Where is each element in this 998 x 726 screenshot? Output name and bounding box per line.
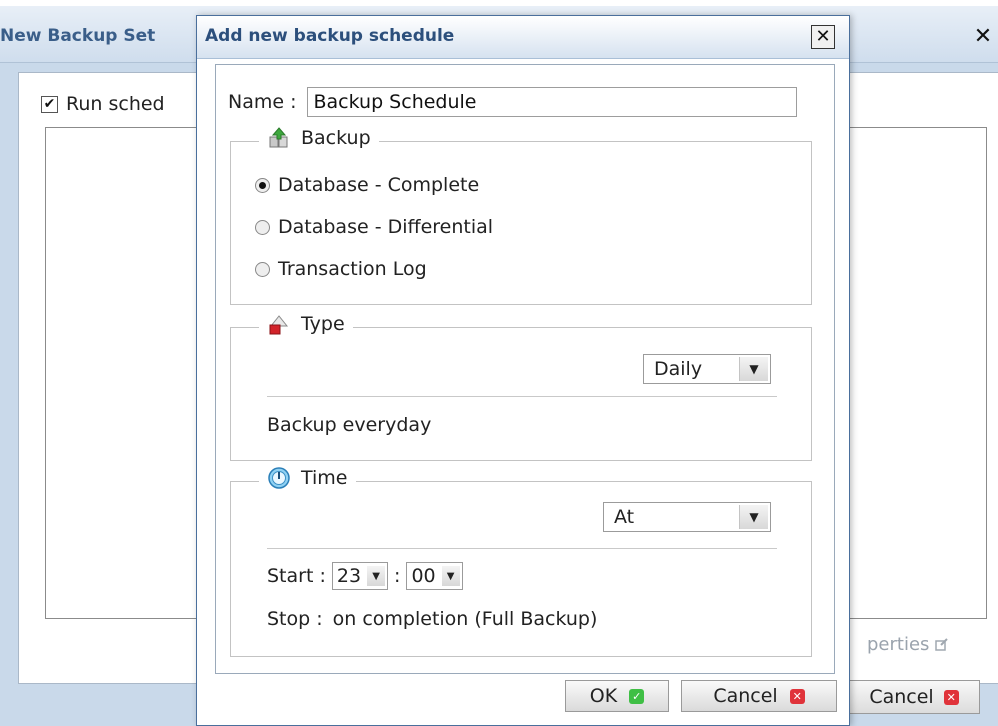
start-hour-value: 23	[336, 565, 362, 587]
type-dropdown[interactable]: Daily ▼	[643, 354, 771, 384]
time-group: Time At ▼ Start : 23 ▼ : 00 ▼ Stop: on …	[230, 466, 812, 657]
start-minute-dropdown[interactable]: 00 ▼	[406, 562, 463, 590]
time-separator-colon: :	[394, 565, 401, 587]
start-row: Start : 23 ▼ : 00 ▼	[267, 562, 463, 590]
add-schedule-dialog: Add new backup schedule ✕ Name : Backup …	[196, 15, 850, 726]
type-group-legend: Type	[259, 312, 353, 336]
dialog-title: Add new backup schedule	[205, 26, 455, 46]
background-cancel-button[interactable]: Cancel ✕	[848, 680, 980, 714]
edit-icon	[935, 638, 949, 651]
type-group: Type Daily ▼ Backup everyday	[230, 312, 812, 461]
type-separator	[267, 396, 777, 397]
backup-group-legend: Backup	[259, 126, 379, 150]
run-schedule-label: Run sched	[66, 93, 165, 115]
name-label: Name :	[228, 91, 297, 113]
dialog-titlebar: Add new backup schedule ✕	[197, 16, 849, 59]
time-mode-value: At	[614, 506, 635, 528]
time-mode-dropdown[interactable]: At ▼	[603, 502, 771, 532]
background-window-title: New Backup Set	[0, 26, 156, 46]
name-input[interactable]	[306, 87, 797, 117]
background-close-icon[interactable]: ✕	[972, 26, 994, 48]
backup-group-label: Backup	[301, 127, 371, 149]
radio-label: Transaction Log	[278, 258, 427, 280]
radio-button[interactable]	[255, 219, 270, 235]
type-dropdown-value: Daily	[654, 358, 703, 380]
backup-group: Backup Database - Complete Database - Di…	[230, 126, 812, 305]
cancel-button[interactable]: Cancel ✕	[681, 680, 837, 712]
stop-row: Stop : on completion (Full Backup)	[267, 608, 597, 630]
clock-icon	[268, 467, 290, 489]
x-icon: ✕	[789, 688, 805, 704]
radio-label: Database - Differential	[278, 216, 494, 238]
time-group-label: Time	[301, 467, 348, 489]
start-hour-dropdown[interactable]: 23 ▼	[331, 562, 389, 590]
ok-label: OK	[589, 685, 618, 707]
time-group-legend: Time	[259, 466, 356, 490]
chevron-down-icon[interactable]: ▼	[441, 566, 460, 586]
radio-label: Database - Complete	[278, 174, 480, 196]
radio-button[interactable]	[255, 261, 270, 277]
time-separator	[267, 548, 777, 549]
run-schedule-checkbox-row[interactable]: ✔ Run sched	[41, 93, 165, 115]
check-icon: ✓	[629, 688, 645, 704]
type-description: Backup everyday	[267, 414, 432, 436]
chevron-down-icon[interactable]: ▼	[739, 505, 768, 529]
start-minute-value: 00	[411, 565, 436, 587]
cancel-label: Cancel	[713, 685, 778, 707]
ok-button[interactable]: OK ✓	[565, 680, 669, 712]
chevron-down-icon[interactable]: ▼	[739, 357, 768, 381]
radio-transaction-log[interactable]: Transaction Log	[255, 258, 427, 280]
stop-label: Stop :	[267, 608, 323, 630]
run-schedule-checkbox[interactable]: ✔	[41, 95, 58, 113]
type-group-label: Type	[301, 313, 345, 335]
background-cancel-label: Cancel	[869, 686, 934, 708]
close-icon[interactable]: ✕	[811, 25, 835, 49]
name-row: Name :	[228, 87, 797, 117]
properties-label: perties	[867, 633, 930, 655]
dialog-body: Name : Backup Database - Complete Databa…	[215, 64, 835, 674]
radio-database-differential[interactable]: Database - Differential	[255, 216, 493, 238]
properties-button[interactable]: perties	[867, 629, 987, 659]
chevron-down-icon[interactable]: ▼	[367, 566, 386, 586]
start-label: Start :	[267, 565, 326, 587]
radio-button[interactable]	[255, 177, 270, 193]
type-icon	[269, 315, 289, 335]
stop-value: on completion (Full Backup)	[332, 608, 598, 630]
backup-icon	[269, 127, 288, 148]
x-icon: ✕	[943, 689, 959, 705]
radio-database-complete[interactable]: Database - Complete	[255, 174, 479, 196]
